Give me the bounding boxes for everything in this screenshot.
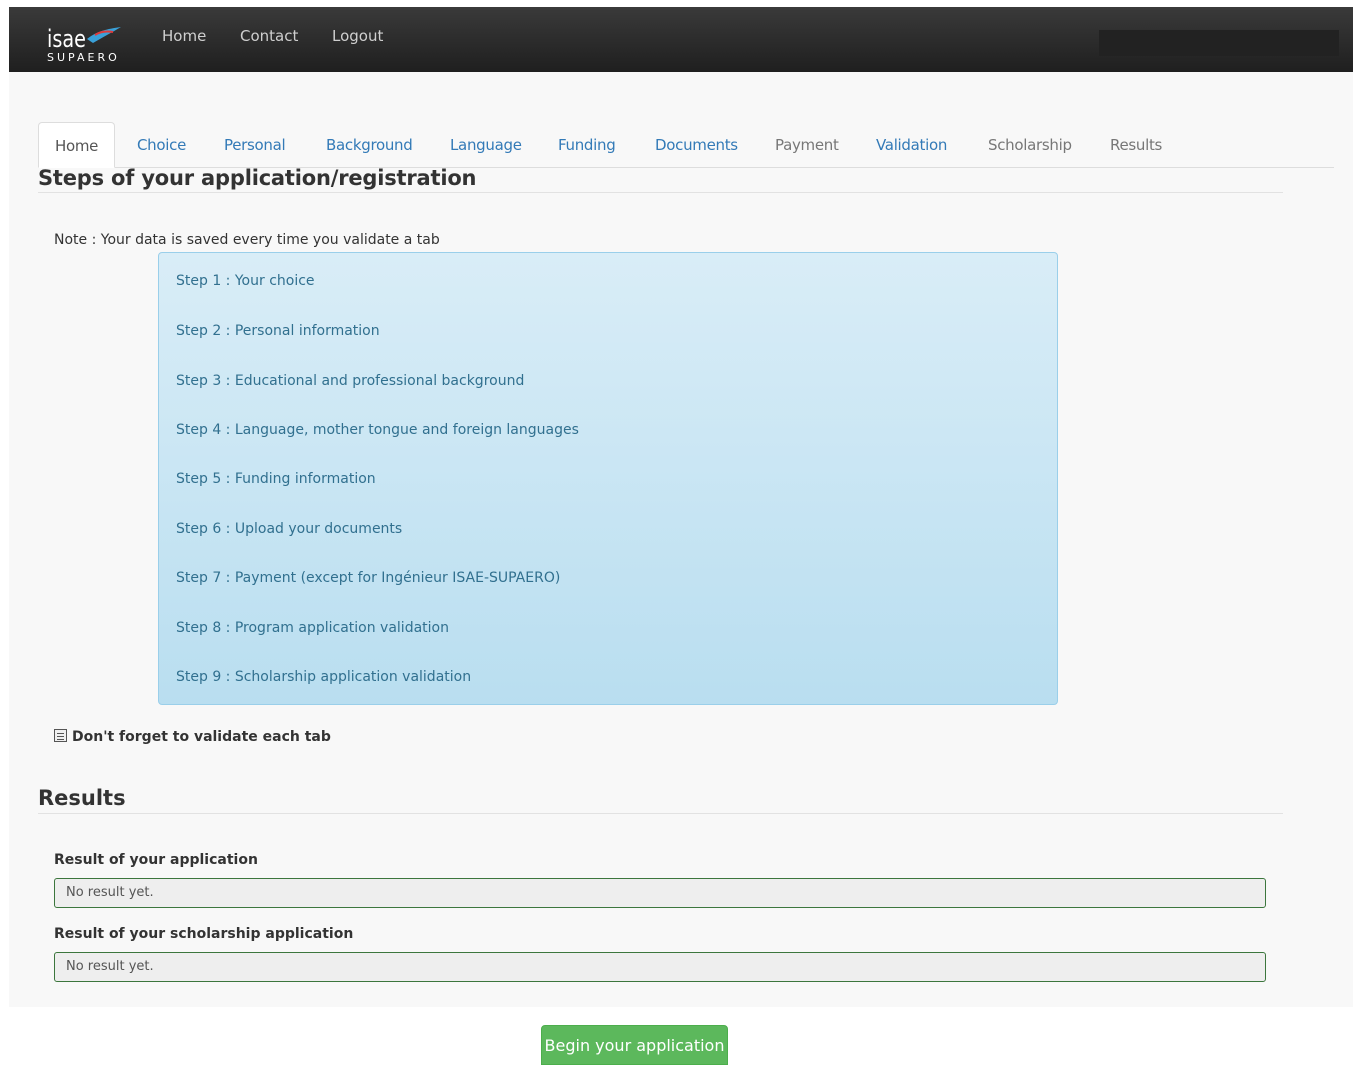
scholarship-result-label: Result of your scholarship application [54, 926, 354, 942]
scholarship-result-field: No result yet. [54, 952, 1266, 982]
step-item: Step 9 : Scholarship application validat… [176, 669, 472, 685]
tab-personal[interactable]: Personal [224, 122, 286, 168]
tab-payment: Payment [775, 136, 839, 154]
step-item: Step 3 : Educational and professional ba… [176, 373, 525, 389]
validate-reminder-text: Don't forget to validate each tab [72, 729, 331, 745]
results-heading: Results [38, 786, 126, 810]
step-item: Step 6 : Upload your documents [176, 521, 403, 537]
validate-reminder: Don't forget to validate each tab [54, 729, 331, 745]
step-item: Step 2 : Personal information [176, 323, 380, 339]
tab-scholarship: Scholarship [988, 136, 1072, 154]
application-tabs: Home Choice Personal Background Language… [38, 122, 1334, 168]
application-result-label: Result of your application [54, 852, 258, 868]
save-note: Note : Your data is saved every time you… [54, 232, 440, 248]
tab-language[interactable]: Language [450, 122, 522, 168]
logo-swoosh-icon [87, 27, 121, 43]
tab-results: Results [1110, 136, 1163, 154]
begin-application-button[interactable]: Begin your application [541, 1025, 728, 1065]
tab-choice[interactable]: Choice [137, 122, 186, 168]
application-result-field: No result yet. [54, 878, 1266, 908]
divider [38, 813, 1283, 814]
step-item: Step 7 : Payment (except for Ingénieur I… [176, 570, 561, 586]
steps-info-panel: Step 1 : Your choice Step 2 : Personal i… [158, 252, 1058, 705]
logo-text-top: isae [47, 25, 86, 53]
tab-validation[interactable]: Validation [876, 122, 947, 168]
top-navbar: isae SUPAERO Home Contact Logout [9, 7, 1353, 72]
steps-heading: Steps of your application/registration [38, 166, 477, 190]
logo-text-bottom: SUPAERO [47, 51, 120, 64]
tab-documents[interactable]: Documents [655, 122, 738, 168]
nav-home-link[interactable]: Home [162, 27, 206, 45]
tab-background[interactable]: Background [326, 122, 413, 168]
tab-funding[interactable]: Funding [558, 122, 616, 168]
isae-supaero-logo[interactable]: isae SUPAERO [45, 25, 125, 69]
tab-home[interactable]: Home [38, 122, 116, 168]
nav-contact-link[interactable]: Contact [240, 27, 298, 45]
step-item: Step 1 : Your choice [176, 273, 315, 289]
divider [38, 192, 1283, 193]
list-icon [54, 729, 67, 742]
user-info-area [1099, 30, 1339, 56]
step-item: Step 8 : Program application validation [176, 620, 449, 636]
step-item: Step 4 : Language, mother tongue and for… [176, 422, 579, 438]
step-item: Step 5 : Funding information [176, 471, 376, 487]
nav-logout-link[interactable]: Logout [332, 27, 383, 45]
